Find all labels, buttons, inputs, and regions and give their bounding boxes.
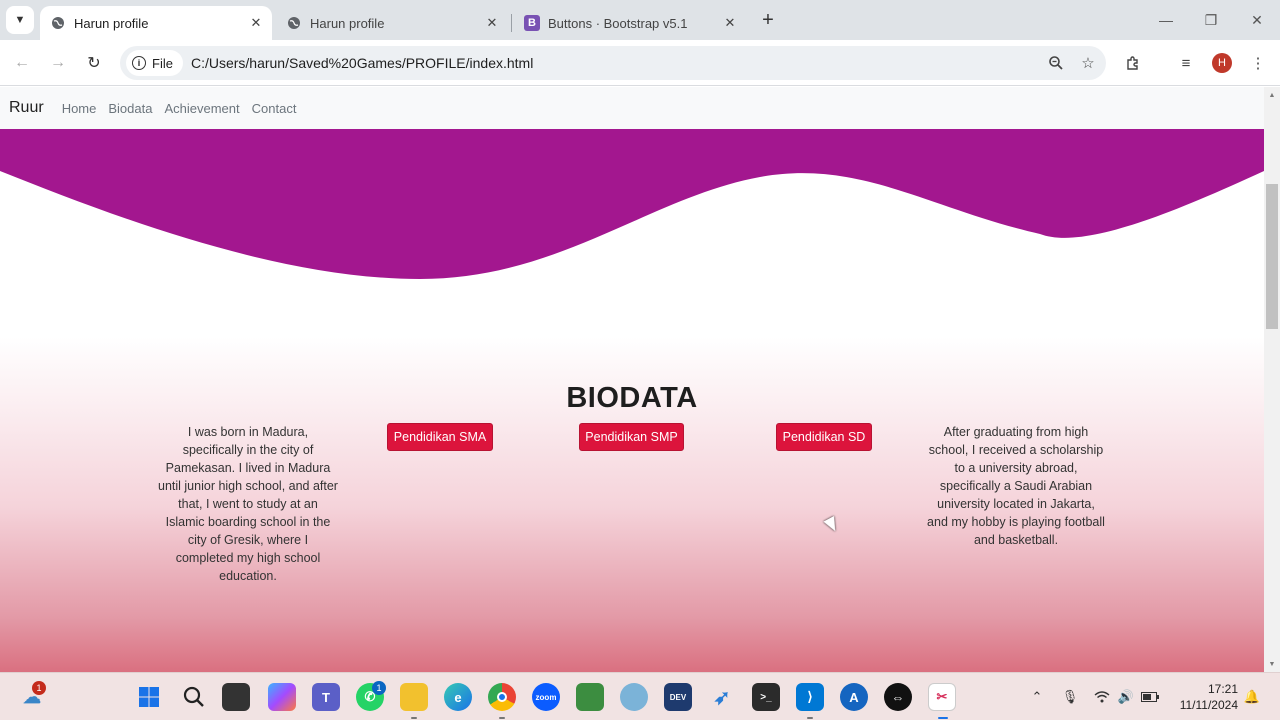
pendidikan-sd-button[interactable]: Pendidikan SD — [776, 423, 872, 451]
windows-taskbar: ☁ 1 T ✆ 1 e zoom DEV ➶ >_ ⟩ A ⇔ ✂ ⌃ 🎙 🔊 … — [0, 672, 1280, 720]
arrow-left-icon: ← — [14, 54, 30, 71]
nav-link-contact[interactable]: Contact — [252, 101, 297, 116]
navbar-brand[interactable]: Ruur — [9, 99, 44, 117]
tab-title: Harun profile — [310, 15, 385, 31]
address-bar[interactable]: i File C:/Users/harun/Saved%20Games/PROF… — [120, 46, 1106, 80]
teamviewer-icon[interactable]: ⇔ — [884, 683, 912, 711]
close-icon[interactable]: ✕ — [246, 13, 266, 33]
nav-link-achievement[interactable]: Achievement — [164, 101, 239, 116]
system-clock[interactable]: 17:21 11/11/2024 — [1168, 681, 1238, 713]
url-text[interactable]: C:/Users/harun/Saved%20Games/PROFILE/ind… — [191, 55, 1042, 71]
media-controls-icon[interactable]: ≡ — [1174, 51, 1198, 75]
tab-harun-profile-active[interactable]: Harun profile ✕ — [40, 6, 272, 40]
notification-bell-icon[interactable]: 🔔 — [1242, 687, 1262, 707]
tab-harun-profile[interactable]: Harun profile ✕ — [276, 6, 508, 40]
dev-cpp-icon[interactable]: DEV — [664, 683, 692, 711]
battery-icon[interactable] — [1140, 687, 1160, 707]
biodata-left-text: I was born in Madura, specifically in th… — [158, 425, 338, 583]
biodata-right-text: After graduating from high school, I rec… — [927, 425, 1105, 547]
globe-icon — [286, 15, 302, 31]
page-scrollbar[interactable]: ▲ ▼ — [1264, 87, 1280, 672]
task-view-icon[interactable] — [222, 683, 250, 711]
globe-app-icon[interactable] — [620, 683, 648, 711]
nav-link-home[interactable]: Home — [62, 101, 97, 116]
dolphin-app-icon[interactable]: ➶ — [708, 683, 736, 711]
more-menu-icon[interactable]: ⋮ — [1246, 51, 1270, 75]
clock-date: 11/11/2024 — [1179, 698, 1238, 712]
running-indicator — [411, 717, 417, 719]
volume-icon[interactable]: 🔊 — [1116, 687, 1136, 707]
info-icon: i — [132, 56, 146, 70]
file-explorer-icon[interactable] — [400, 683, 428, 711]
new-tab-button[interactable]: + — [757, 9, 779, 31]
edge-icon[interactable]: e — [444, 683, 472, 711]
section-title: BIODATA — [566, 382, 698, 414]
running-indicator — [499, 717, 505, 719]
teams-icon[interactable]: T — [312, 683, 340, 711]
reload-button[interactable]: ↻ — [82, 51, 106, 75]
browser-toolbar: ← → ↻ i File C:/Users/harun/Saved%20Game… — [0, 40, 1280, 86]
site-info-chip[interactable]: i File — [126, 50, 183, 76]
close-icon[interactable]: ✕ — [720, 13, 740, 33]
page-navbar: Ruur Home Biodata Achievement Contact — [0, 87, 1264, 129]
page-viewport: Ruur Home Biodata Achievement Contact BI… — [0, 87, 1264, 672]
tab-title: Harun profile — [74, 15, 149, 31]
reload-icon: ↻ — [87, 55, 101, 72]
copilot-icon[interactable] — [268, 683, 296, 711]
notepad-plus-icon[interactable] — [576, 683, 604, 711]
back-button[interactable]: ← — [10, 51, 34, 75]
arrow-right-icon: → — [50, 54, 66, 71]
translator-icon[interactable]: A — [840, 683, 868, 711]
whatsapp-badge: 1 — [372, 681, 386, 695]
windows-start-icon[interactable] — [135, 683, 163, 711]
chip-label: File — [152, 55, 173, 71]
tab-strip: ▼ Harun profile ✕ Harun profile ✕ B Butt… — [0, 0, 1280, 40]
chevron-up-icon[interactable]: ⌃ — [1027, 687, 1047, 707]
extensions-icon[interactable] — [1121, 51, 1145, 75]
active-indicator — [938, 717, 948, 719]
running-indicator — [807, 717, 813, 719]
tab-search-button[interactable]: ▼ — [6, 6, 34, 34]
minimize-button[interactable]: — — [1154, 8, 1178, 32]
vscode-icon[interactable]: ⟩ — [796, 683, 824, 711]
snipping-tool-icon[interactable]: ✂ — [928, 683, 956, 711]
nav-link-biodata[interactable]: Biodata — [108, 101, 152, 116]
tab-separator — [511, 14, 512, 32]
microphone-icon[interactable]: 🎙 — [1060, 687, 1080, 707]
zoom-icon[interactable]: zoom — [532, 683, 560, 711]
globe-icon — [50, 15, 66, 31]
search-icon[interactable] — [180, 683, 208, 711]
bookmark-star-icon[interactable]: ☆ — [1074, 49, 1102, 77]
pendidikan-smp-button[interactable]: Pendidikan SMP — [579, 423, 684, 451]
pendidikan-sma-button[interactable]: Pendidikan SMA — [387, 423, 493, 451]
scroll-up-arrow[interactable]: ▲ — [1268, 91, 1276, 99]
bootstrap-icon: B — [524, 15, 540, 31]
scroll-down-arrow[interactable]: ▼ — [1268, 660, 1276, 668]
close-icon[interactable]: ✕ — [482, 13, 502, 33]
scroll-thumb[interactable] — [1266, 184, 1278, 329]
header-wave — [0, 129, 1264, 279]
clock-time: 17:21 — [1207, 682, 1238, 696]
tab-title: Buttons · Bootstrap v5.1 — [548, 15, 688, 31]
terminal-icon[interactable]: >_ — [752, 683, 780, 711]
zoom-icon[interactable] — [1042, 49, 1070, 77]
wifi-icon[interactable] — [1092, 687, 1112, 707]
weather-badge: 1 — [32, 681, 46, 695]
chevron-down-icon: ▼ — [14, 14, 26, 26]
close-window-button[interactable]: ✕ — [1245, 8, 1269, 32]
restore-button[interactable]: ❐ — [1199, 8, 1223, 32]
forward-button[interactable]: → — [46, 51, 70, 75]
tab-bootstrap-buttons[interactable]: B Buttons · Bootstrap v5.1 ✕ — [514, 6, 746, 40]
chrome-icon[interactable] — [488, 683, 516, 711]
profile-avatar[interactable]: H — [1210, 51, 1234, 75]
avatar: H — [1212, 53, 1232, 73]
